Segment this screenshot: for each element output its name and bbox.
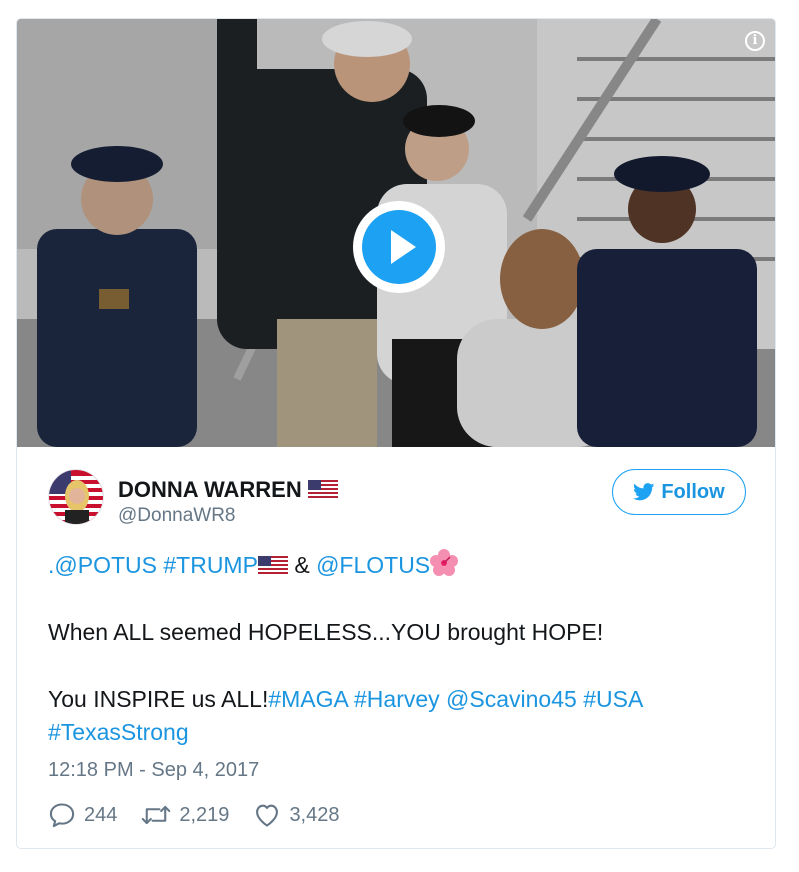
tweet-timestamp[interactable]: 12:18 PM - Sep 4, 2017	[48, 759, 259, 782]
retweet-button[interactable]: 2,219	[141, 801, 229, 829]
us-flag-icon	[307, 480, 338, 500]
play-button[interactable]	[353, 201, 445, 293]
like-count: 3,428	[289, 803, 340, 826]
tweet-header: DONNA WARREN @DonnaWR8 Follow	[48, 467, 748, 527]
mention-flotus[interactable]: @FLOTUS	[316, 552, 430, 578]
author-name[interactable]: DONNA WARREN	[118, 477, 338, 503]
hashtag-trump[interactable]: #TRUMP	[163, 552, 258, 578]
hashtag-harvey[interactable]: #Harvey	[354, 686, 440, 712]
avatar[interactable]	[48, 469, 104, 525]
us-flag-icon	[257, 556, 288, 576]
retweet-icon	[142, 805, 171, 825]
tweet-text: .@POTUS #TRUMP & @FLOTUS When ALL seemed…	[48, 549, 748, 749]
follow-button[interactable]: Follow	[612, 469, 746, 515]
tweet-line-3: You INSPIRE us ALL!#MAGA #Harvey @Scavin…	[48, 686, 643, 745]
retweet-count: 2,219	[179, 803, 230, 826]
tweet-card: i DONNA WARREN @DonnaWR8 Follow .@POTUS …	[16, 18, 776, 849]
mention-potus[interactable]: .@POTUS	[48, 552, 157, 578]
reply-count: 244	[84, 803, 118, 826]
reply-icon	[49, 803, 75, 828]
ampersand-text: &	[287, 552, 317, 578]
hashtag-texasstrong[interactable]: #TexasStrong	[48, 719, 189, 745]
heart-icon	[256, 804, 279, 827]
mention-scavino45[interactable]: @Scavino45	[446, 686, 577, 712]
tweet-line-2: When ALL seemed HOPELESS...YOU brought H…	[48, 619, 604, 645]
author-handle[interactable]: @DonnaWR8	[118, 505, 236, 527]
like-button[interactable]: 3,428	[253, 801, 340, 829]
hashtag-maga[interactable]: #MAGA	[268, 686, 347, 712]
tweet-line-1: .@POTUS #TRUMP & @FLOTUS	[48, 549, 748, 582]
info-icon[interactable]: i	[745, 31, 765, 51]
hibiscus-icon	[430, 549, 459, 576]
reply-button[interactable]: 244	[48, 801, 117, 829]
twitter-bird-icon	[633, 483, 655, 501]
tweet-actions: 244 2,219 3,428	[48, 799, 364, 831]
video-player[interactable]: i	[17, 19, 775, 447]
hashtag-usa[interactable]: #USA	[583, 686, 642, 712]
play-icon	[391, 230, 416, 264]
